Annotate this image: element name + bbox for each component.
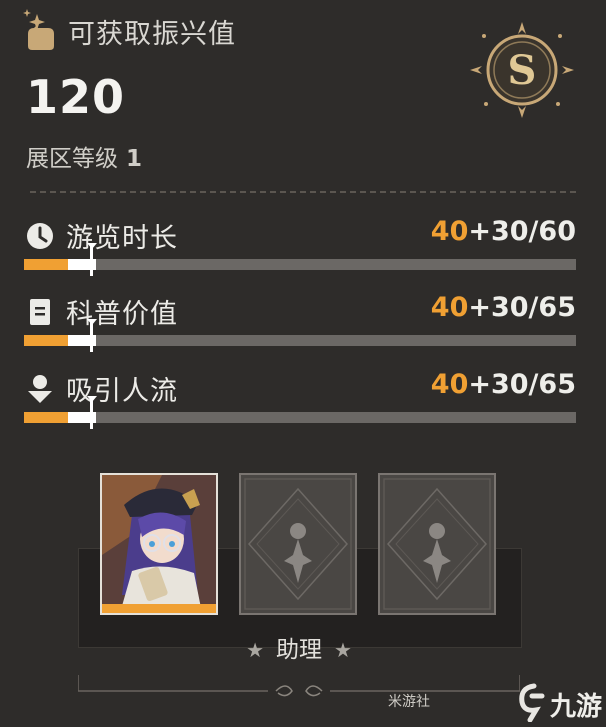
assistant-slot-3[interactable]: [378, 473, 496, 615]
stat-value: 40+30/60: [430, 216, 576, 247]
badge-letter: S: [508, 47, 537, 94]
assistant-slot-2[interactable]: [239, 473, 357, 615]
level-label: 展区等级: [26, 146, 118, 172]
stat-row-science-value: 科普价值 40+30/65: [24, 292, 576, 358]
progress-current: [24, 412, 68, 423]
star-icon: ★: [246, 638, 264, 662]
watermark-logo: 九游: [516, 682, 604, 722]
progress-current: [24, 259, 68, 270]
hand-stars-icon: [23, 9, 54, 50]
level-value: 1: [126, 146, 143, 172]
empty-slot-diamond-icon: [383, 478, 491, 610]
progress-marker: [90, 399, 94, 429]
panel-title: 可获取振兴值: [68, 19, 236, 50]
rarity-strip: [102, 604, 216, 613]
exhibit-level: 展区等级 1: [26, 139, 142, 173]
progress-current: [24, 335, 68, 346]
stat-value: 40+30/65: [430, 292, 576, 323]
progress-bar: [24, 243, 576, 276]
assistant-label-text: 助理: [276, 637, 322, 663]
progress-marker: [90, 246, 94, 276]
assistant-label: ★ 助理 ★: [78, 630, 520, 664]
revitalization-score: 120: [26, 70, 126, 124]
progress-marker: [90, 322, 94, 352]
stat-row-visitor-flow: 吸引人流 40+30/65: [24, 369, 576, 435]
ornamental-divider: [78, 675, 520, 697]
clock-icon: [27, 223, 53, 249]
stat-label: 游览时长: [66, 223, 178, 254]
star-icon: ★: [334, 638, 352, 662]
nine-game-logo-icon: [519, 683, 545, 722]
character-portrait: [102, 475, 216, 613]
stat-label: 吸引人流: [66, 376, 178, 407]
empty-slot-diamond-icon: [244, 478, 352, 610]
progress-bar: [24, 396, 576, 429]
s-rank-badge: S: [470, 22, 574, 118]
watermark-text: 米游社: [388, 694, 430, 710]
watermark-logo-text: 九游: [550, 692, 603, 722]
stat-row-tour-duration: 游览时长 40+30/60: [24, 216, 576, 282]
divider: [30, 191, 576, 193]
stat-value: 40+30/65: [430, 369, 576, 400]
stat-label: 科普价值: [66, 299, 178, 330]
document-icon: [30, 299, 50, 325]
assistant-slot-1[interactable]: [100, 473, 218, 615]
progress-bar: [24, 319, 576, 352]
person-icon: [28, 375, 52, 403]
